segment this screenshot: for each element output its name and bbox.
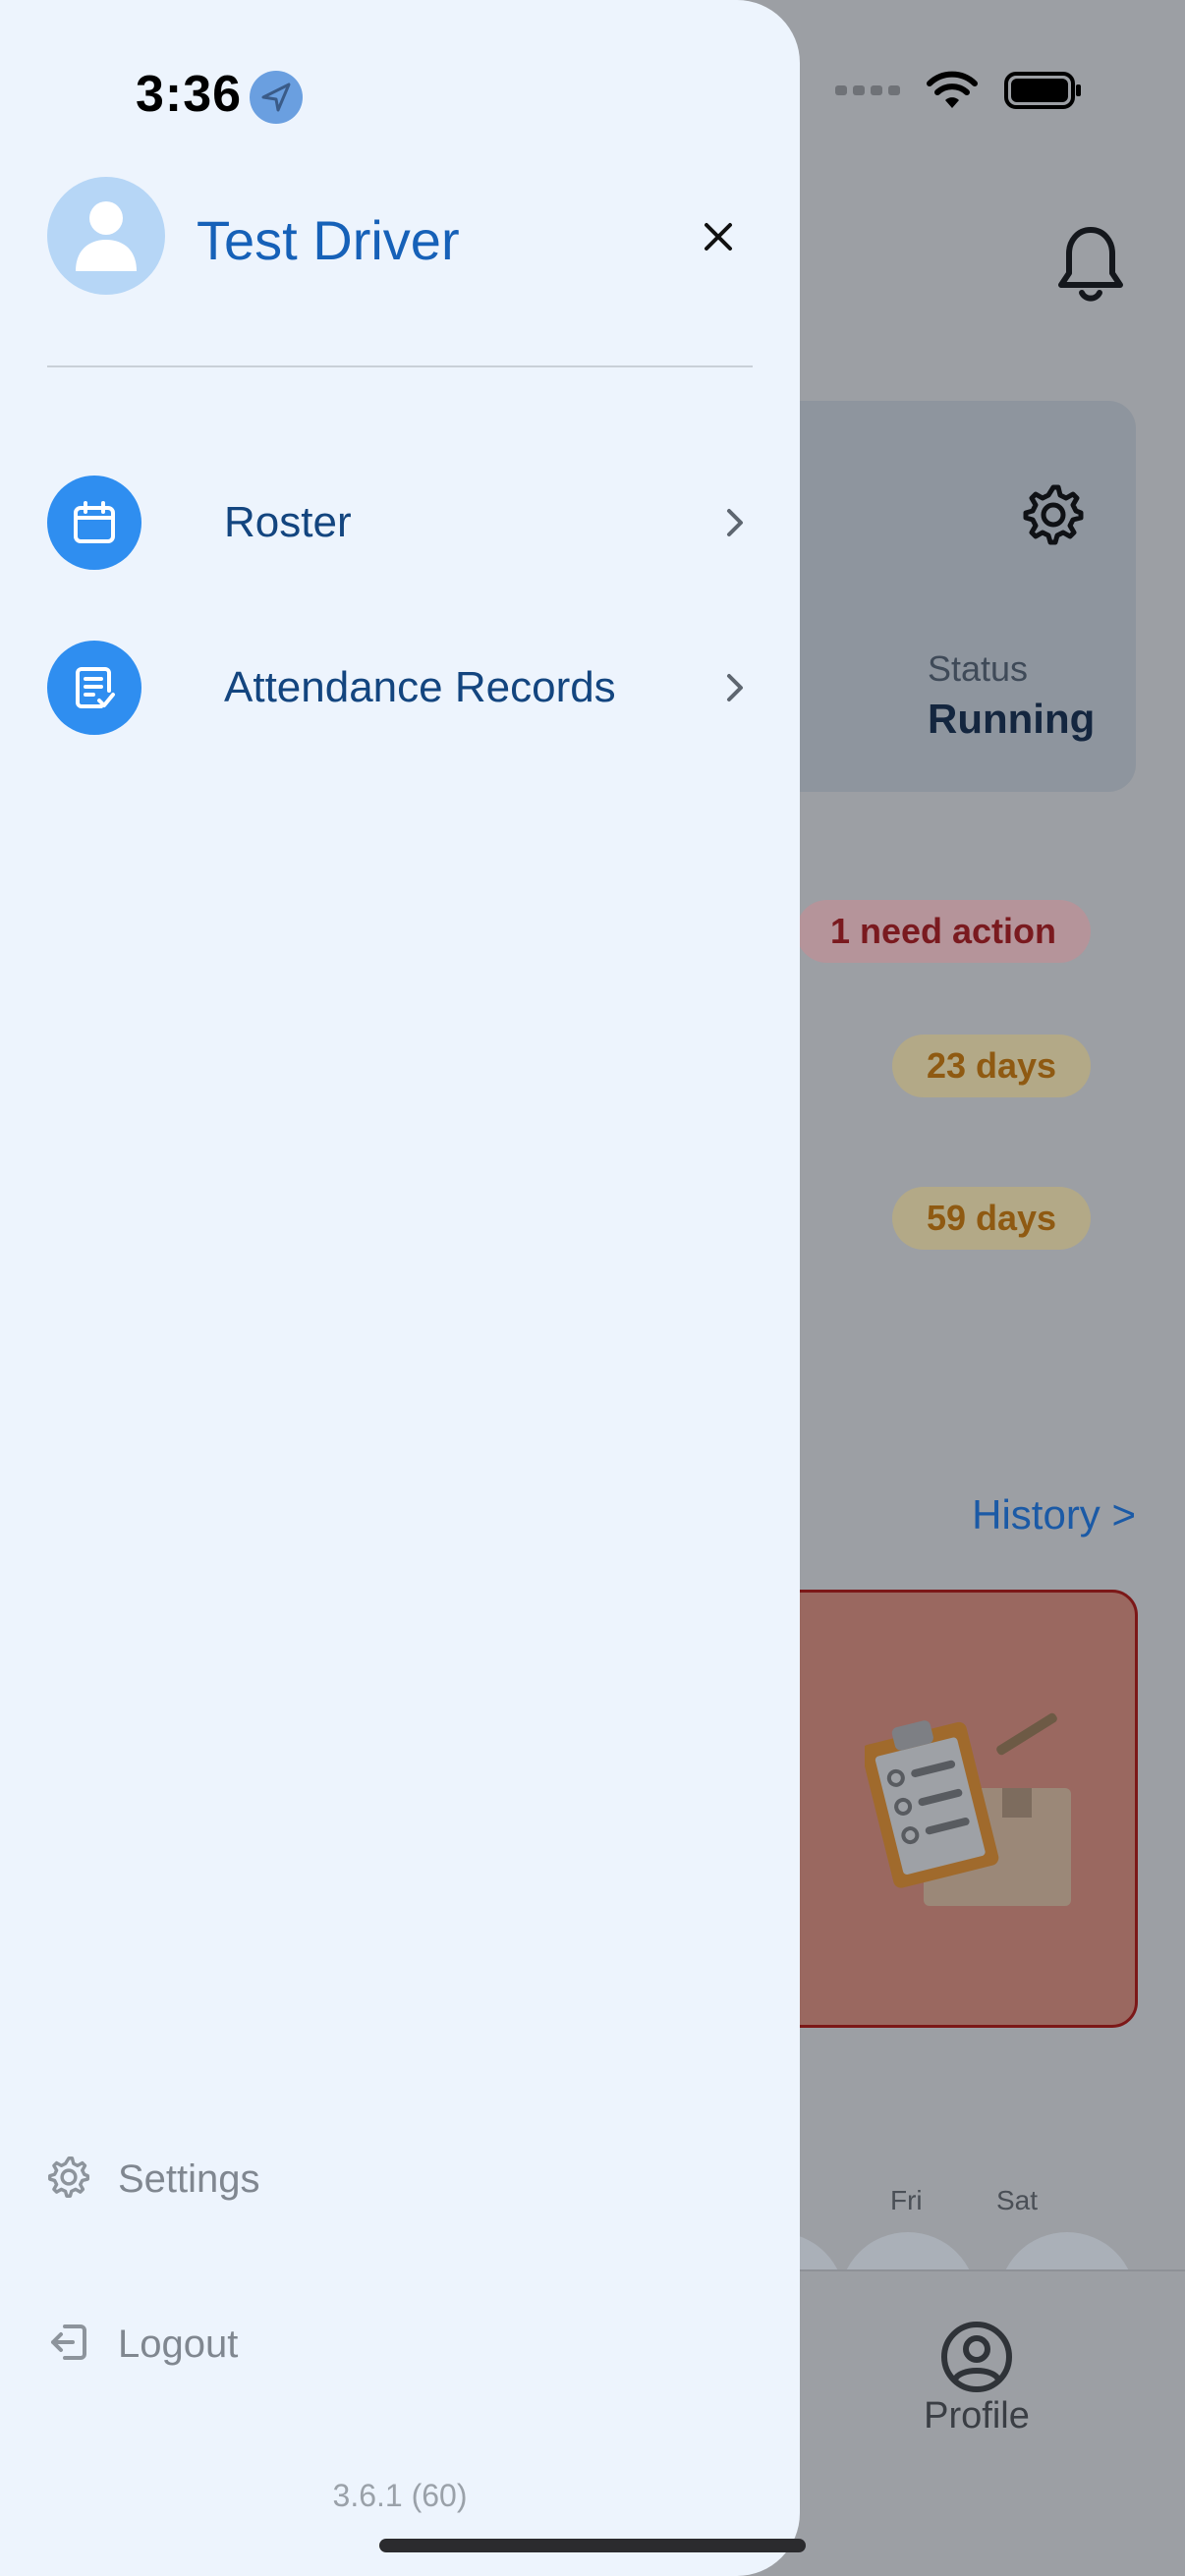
day-label-sat: Sat — [996, 2185, 1039, 2215]
tab-profile[interactable]: Profile — [916, 2321, 1038, 2437]
days-badge: 59 days — [892, 1187, 1091, 1250]
menu-item-roster[interactable]: Roster — [47, 474, 755, 572]
driver-name: Test Driver — [197, 209, 460, 271]
chevron-right-icon — [715, 672, 755, 703]
day-label-fri: Fri — [890, 2185, 923, 2215]
settings-label: Settings — [118, 2157, 260, 2201]
settings-gear-icon — [47, 2156, 90, 2204]
calendar-icon — [47, 476, 141, 570]
tab-profile-label: Profile — [924, 2395, 1030, 2436]
status-value: Running — [928, 696, 1096, 742]
home-indicator[interactable] — [379, 2539, 806, 2552]
divider — [47, 365, 753, 367]
need-action-badge: 1 need action — [796, 900, 1091, 963]
cellular-signal-icon — [835, 85, 900, 95]
document-check-icon — [47, 641, 141, 735]
menu-item-label: Attendance Records — [224, 663, 616, 711]
gear-icon[interactable] — [1022, 483, 1085, 551]
menu-item-label: Roster — [224, 498, 352, 546]
user-icon — [76, 201, 137, 271]
days-badge: 23 days — [892, 1035, 1091, 1097]
location-arrow-icon — [250, 71, 303, 129]
status-bar-icons — [835, 71, 1083, 110]
profile-icon — [941, 2322, 1012, 2392]
app-version: 3.6.1 (60) — [332, 2478, 468, 2513]
avatar — [47, 177, 165, 295]
wifi-icon — [926, 71, 979, 110]
settings-button[interactable]: Settings — [47, 2156, 260, 2204]
menu-item-attendance-records[interactable]: Attendance Records — [47, 639, 755, 737]
status-label: Status — [928, 648, 1029, 689]
close-button[interactable] — [694, 212, 743, 261]
logout-button[interactable]: Logout — [47, 2321, 238, 2369]
bell-icon[interactable] — [1055, 224, 1126, 308]
history-link[interactable]: History > — [972, 1491, 1136, 1539]
status-bar-time: 3:36 — [136, 66, 243, 123]
logout-label: Logout — [118, 2323, 239, 2366]
logout-icon — [47, 2321, 90, 2369]
battery-icon — [1004, 71, 1083, 110]
close-icon — [705, 223, 732, 251]
side-drawer: 3:36 Test Driver Roster Attendance Recor… — [0, 0, 800, 2576]
clipboard-illustration — [861, 1709, 1091, 1931]
chevron-right-icon — [715, 507, 755, 538]
